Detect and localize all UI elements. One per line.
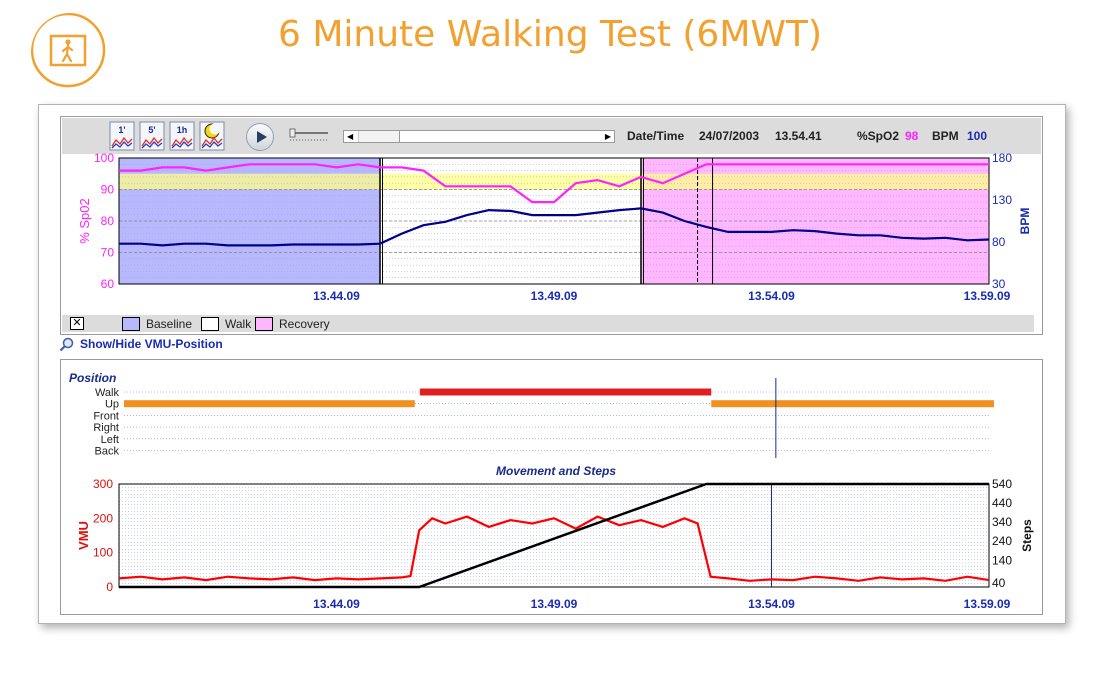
position-label-front: Front bbox=[93, 410, 119, 422]
show-hide-vmu-link[interactable]: Show/Hide VMU-Position bbox=[80, 337, 223, 351]
bpm-tick-label: 130 bbox=[992, 193, 1012, 207]
spo2-tick-label: 70 bbox=[101, 246, 115, 260]
position-label-back: Back bbox=[95, 446, 120, 458]
steps-tick-label: 340 bbox=[992, 515, 1012, 529]
spo2-tick-label: 60 bbox=[101, 277, 115, 291]
oximetry-panel: 1' 5' 1h ◀ ▶ Date/Time 24/07/2003 13.54.… bbox=[60, 116, 1043, 335]
chart-legend: ✕ Baseline Walk Recovery bbox=[62, 315, 1034, 332]
position-title: Position bbox=[69, 371, 116, 385]
spo2-tick-label: 90 bbox=[101, 183, 115, 197]
steps-tick-label: 440 bbox=[992, 496, 1012, 510]
close-legend-icon[interactable]: ✕ bbox=[70, 317, 84, 330]
x-tick-label: 13.59.09 bbox=[964, 597, 1011, 611]
position-segment-up bbox=[711, 400, 994, 408]
page-title: 6 Minute Walking Test (6MWT) bbox=[277, 14, 823, 55]
position-movement-chart: Position WalkUpFrontRightLeftBack Movement… bbox=[69, 371, 1034, 611]
vmu-tick-label: 0 bbox=[106, 580, 113, 594]
steps-tick-label: 140 bbox=[992, 553, 1012, 567]
x-tick-label: 13.44.09 bbox=[313, 289, 360, 303]
vmu-panel: Position Walk Up Front Right Left Back Movement… bbox=[60, 359, 1043, 615]
position-label-right: Right bbox=[93, 422, 119, 434]
bpm-tick-label: 80 bbox=[992, 235, 1006, 249]
vmu-axis-title: VMU bbox=[76, 521, 91, 550]
position-label-left: Left bbox=[101, 434, 119, 446]
legend-label-recovery: Recovery bbox=[279, 317, 330, 331]
vmu-tick-label: 300 bbox=[93, 477, 113, 491]
x-tick-label: 13.49.09 bbox=[531, 289, 578, 303]
x-tick-label: 13.44.09 bbox=[313, 597, 360, 611]
spo2-axis-title: % Sp02 bbox=[77, 198, 92, 244]
x-tick-label: 13.49.09 bbox=[531, 597, 578, 611]
legend-label-walk: Walk bbox=[225, 317, 252, 331]
vmu-tick-label: 100 bbox=[93, 546, 113, 560]
x-tick-label: 13.59.09 bbox=[964, 289, 1011, 303]
bpm-tick-label: 180 bbox=[992, 151, 1012, 165]
spo2-threshold-band bbox=[119, 173, 989, 190]
steps-axis-title: Steps bbox=[1020, 519, 1034, 552]
x-tick-label: 13.54.09 bbox=[748, 289, 795, 303]
vmu-series-line bbox=[118, 515, 990, 582]
legend-swatch-recovery bbox=[255, 317, 273, 331]
movement-title: Movement and Steps bbox=[496, 464, 616, 478]
vmu-tick-label: 200 bbox=[93, 511, 113, 525]
position-segment-up bbox=[124, 400, 415, 408]
spo2-tick-label: 80 bbox=[101, 214, 115, 228]
legend-swatch-walk bbox=[201, 317, 219, 331]
spo2-bpm-chart: 10090807060180130803013.44.09 13.49.09 13.… bbox=[77, 151, 1032, 303]
position-label-up: Up bbox=[105, 399, 119, 411]
position-label-walk: Walk bbox=[95, 387, 120, 399]
steps-tick-label: 240 bbox=[992, 534, 1012, 548]
steps-tick-label: 40 bbox=[992, 576, 1006, 590]
magnifier-icon[interactable] bbox=[59, 337, 75, 352]
position-segment-walk bbox=[419, 388, 712, 396]
x-tick-label: 13.54.09 bbox=[748, 597, 795, 611]
spo2-tick-label: 100 bbox=[94, 151, 114, 165]
legend-swatch-baseline bbox=[122, 317, 140, 331]
legend-label-baseline: Baseline bbox=[146, 317, 193, 331]
steps-tick-label: 540 bbox=[992, 477, 1012, 491]
bpm-axis-title: BPM bbox=[1018, 208, 1032, 235]
